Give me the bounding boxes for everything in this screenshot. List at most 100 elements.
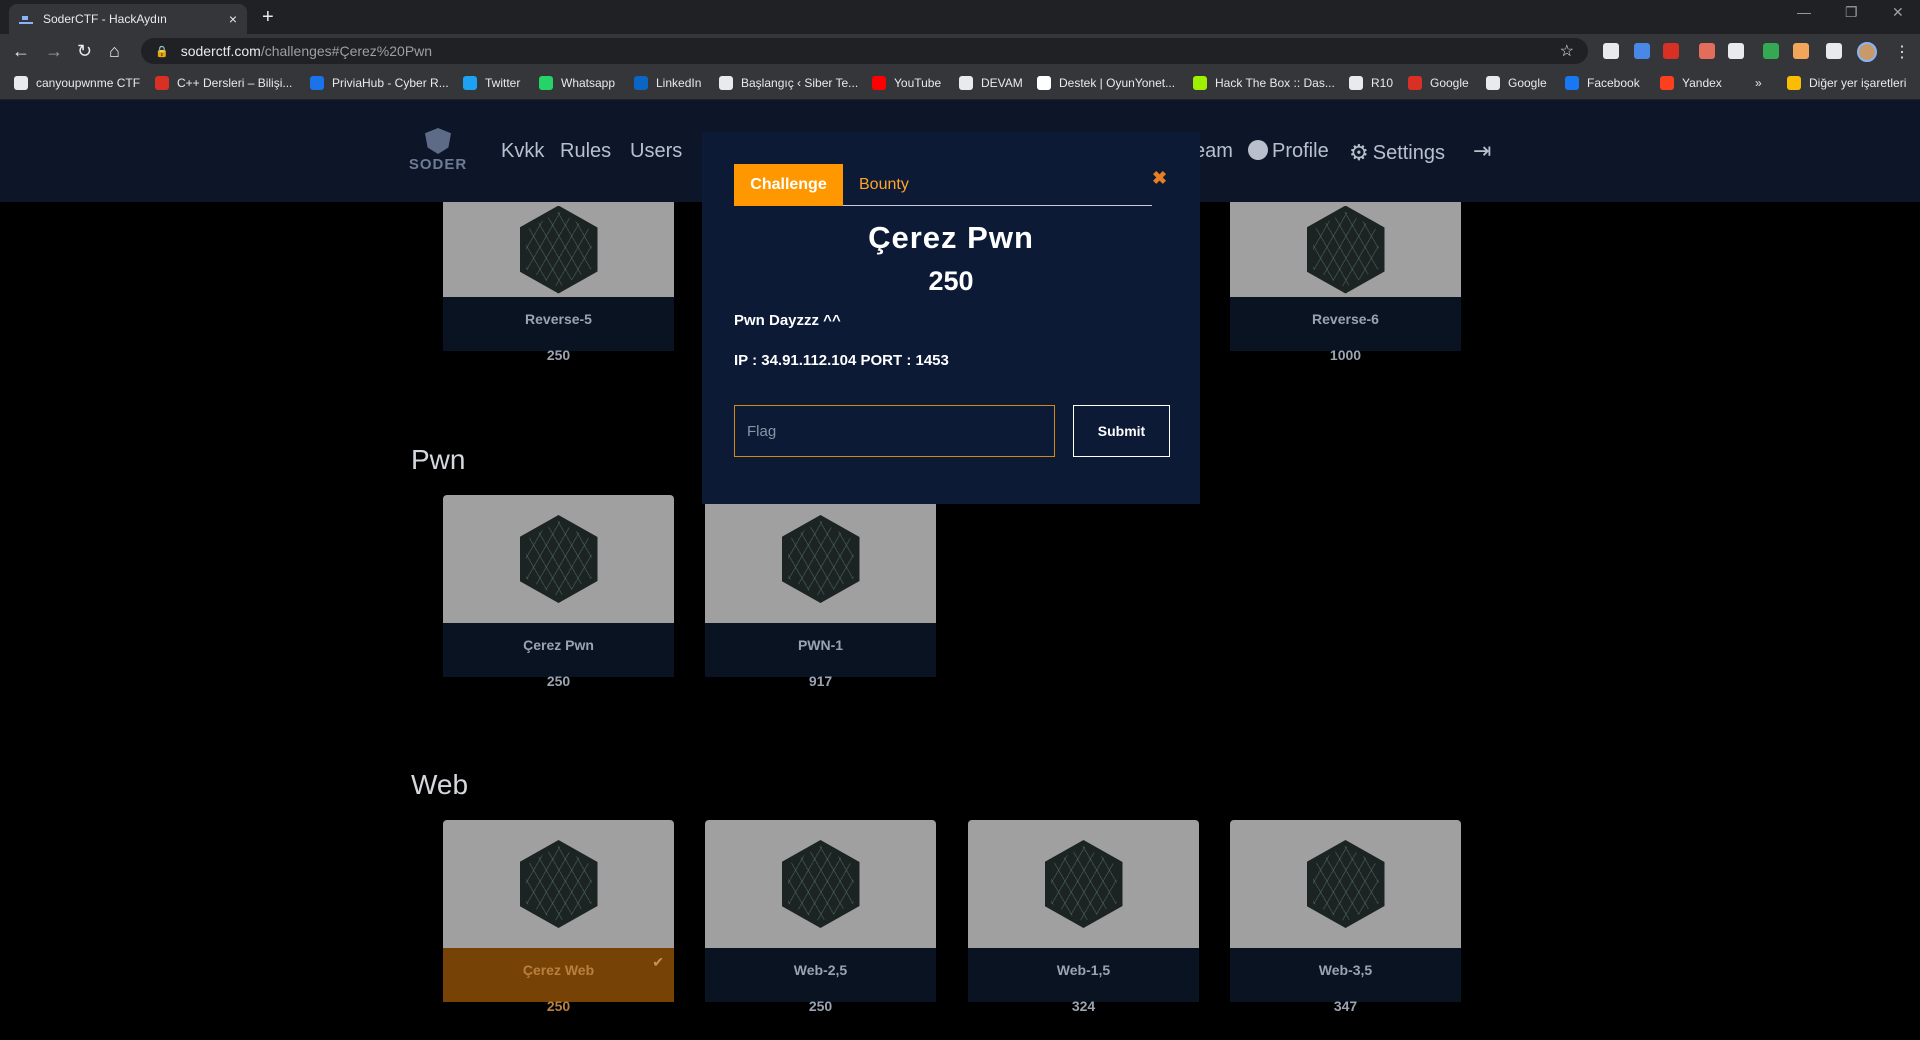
extension-icon[interactable] [1634, 43, 1650, 59]
hexagon-icon [781, 840, 860, 928]
bookmark-item[interactable]: PriviaHub - Cyber R... [310, 76, 449, 90]
bookmarks-more-button[interactable]: » [1755, 76, 1762, 90]
card-body: Web-3,5 347 [1230, 948, 1461, 1014]
bookmark-star-icon[interactable]: ☆ [1560, 41, 1574, 61]
bookmark-item[interactable]: C++ Dersleri – Bilişi... [155, 76, 292, 90]
bookmark-item[interactable]: LinkedIn [634, 76, 701, 90]
nav-kvkk[interactable]: Kvkk [501, 140, 544, 163]
challenge-card[interactable]: Çerez Web 250 ✔ [443, 820, 674, 1014]
bookmark-favicon-icon [14, 76, 28, 90]
menu-kebab-icon[interactable]: ⋮ [1894, 42, 1910, 62]
challenge-card[interactable]: Çerez Pwn 250 [443, 495, 674, 689]
bookmark-item[interactable]: Google [1486, 76, 1547, 90]
tab-bounty[interactable]: Bounty [843, 164, 925, 206]
challenge-card[interactable]: Reverse-5 250 [443, 202, 674, 363]
bookmark-item[interactable]: canyoupwnme CTF [14, 76, 140, 90]
gears-icon: ⚙ [1349, 140, 1369, 165]
section-title-web: Web [411, 769, 469, 800]
extension-icon[interactable] [1699, 43, 1715, 59]
hexagon-icon [1306, 205, 1385, 294]
reload-button[interactable]: ↻ [77, 40, 92, 62]
flag-input[interactable] [734, 405, 1055, 457]
bookmark-item[interactable]: Facebook [1565, 76, 1640, 90]
extension-icon[interactable] [1728, 43, 1744, 59]
extension-icon[interactable] [1763, 43, 1779, 59]
bookmark-label: Twitter [485, 76, 521, 90]
bookmark-favicon-icon [959, 76, 973, 90]
hexagon-icon [519, 205, 598, 294]
card-points: 347 [1333, 998, 1358, 1014]
challenge-card[interactable]: Web-2,5 250 [705, 820, 936, 1014]
bookmark-favicon-icon [539, 76, 553, 90]
nav-settings[interactable]: ⚙ Settings [1349, 140, 1445, 166]
nav-rules[interactable]: Rules [560, 140, 611, 163]
card-name: Reverse-6 [1312, 311, 1379, 327]
challenge-modal: Challenge Bounty ✖ Çerez Pwn 250 Pwn Day… [702, 132, 1200, 504]
bookmark-item[interactable]: YouTube [872, 76, 941, 90]
extension-icon[interactable] [1826, 43, 1842, 59]
forward-button[interactable]: → [45, 40, 63, 62]
back-button[interactable]: ← [12, 40, 30, 62]
hexagon-icon [1306, 840, 1385, 928]
minimize-button[interactable]: — [1797, 4, 1811, 20]
section-title-pwn: Pwn [411, 444, 466, 475]
bookmark-item[interactable]: R10 [1349, 76, 1393, 90]
bookmark-label: Hack The Box :: Das... [1215, 76, 1335, 90]
tab-challenge[interactable]: Challenge [734, 164, 843, 206]
card-name: Çerez Pwn [523, 637, 594, 653]
card-body: Web-2,5 250 [705, 948, 936, 1014]
extension-icon[interactable] [1663, 43, 1679, 59]
challenge-card[interactable]: Reverse-6 1000 [1230, 202, 1461, 363]
card-image [443, 495, 674, 623]
user-circle-icon [1248, 140, 1268, 160]
bookmark-label: Whatsapp [561, 76, 616, 90]
card-name: PWN-1 [797, 637, 844, 653]
nav-users[interactable]: Users [630, 140, 682, 163]
bookmark-label: DEVAM [981, 76, 1023, 90]
extension-icon[interactable] [1793, 43, 1809, 59]
card-name: Web-3,5 [1318, 962, 1373, 978]
window-close-button[interactable]: ✕ [1892, 4, 1904, 21]
bookmark-label: R10 [1371, 76, 1394, 90]
restore-button[interactable]: ❐ [1845, 4, 1858, 21]
challenge-points: 250 [928, 266, 974, 296]
submit-button[interactable]: Submit [1073, 405, 1170, 457]
card-points: 250 [546, 347, 571, 363]
card-name: Çerez Web [522, 962, 595, 978]
challenge-title: Çerez Pwn [868, 220, 1034, 255]
bookmark-item[interactable]: Hack The Box :: Das... [1193, 76, 1335, 90]
browser-tab[interactable]: SoderCTF - HackAydın × [9, 4, 247, 34]
site-favicon-icon [19, 14, 33, 24]
other-bookmarks-folder[interactable]: Diğer yer işaretleri [1787, 76, 1906, 90]
modal-close-icon[interactable]: ✖ [1152, 168, 1167, 189]
nav-profile[interactable]: Profile [1248, 140, 1329, 163]
bookmark-item[interactable]: Whatsapp [539, 76, 615, 90]
bookmark-item[interactable]: Yandex [1660, 76, 1722, 90]
bookmark-favicon-icon [1408, 76, 1422, 90]
bookmark-item[interactable]: Twitter [463, 76, 520, 90]
nav-profile-label: Profile [1272, 140, 1329, 162]
bookmark-item[interactable]: Destek | OyunYonet... [1037, 76, 1175, 90]
bookmark-item[interactable]: Başlangıç ‹ Siber Te... [719, 76, 858, 90]
card-points: 917 [808, 673, 833, 689]
bookmark-item[interactable]: Google [1408, 76, 1469, 90]
soder-logo[interactable]: SODER [403, 128, 473, 174]
browser-tabstrip: SoderCTF - HackAydın × + — ❐ ✕ [0, 0, 1920, 34]
challenge-card[interactable]: Web-3,5 347 [1230, 820, 1461, 1014]
challenge-card[interactable]: Web-1,5 324 [968, 820, 1199, 1014]
card-points: 1000 [1329, 347, 1362, 363]
bookmark-item[interactable]: DEVAM [959, 76, 1023, 90]
bookmark-favicon-icon [1486, 76, 1500, 90]
extension-icon[interactable] [1603, 43, 1619, 59]
logout-icon[interactable]: ⇥ [1473, 138, 1491, 164]
hexagon-icon [1044, 840, 1123, 928]
challenge-description: Pwn Dayzzz ^^ [734, 312, 841, 329]
shield-logo-icon [425, 128, 451, 154]
home-button[interactable]: ⌂ [109, 40, 120, 62]
challenge-card[interactable]: PWN-1 917 [705, 495, 936, 689]
address-bar[interactable]: 🔒 soderctf.com /challenges#Çerez%20Pwn ☆ [141, 38, 1588, 64]
profile-avatar[interactable] [1857, 42, 1877, 62]
tab-close-icon[interactable]: × [229, 11, 237, 27]
new-tab-button[interactable]: + [262, 6, 274, 29]
card-points: 250 [546, 998, 571, 1014]
